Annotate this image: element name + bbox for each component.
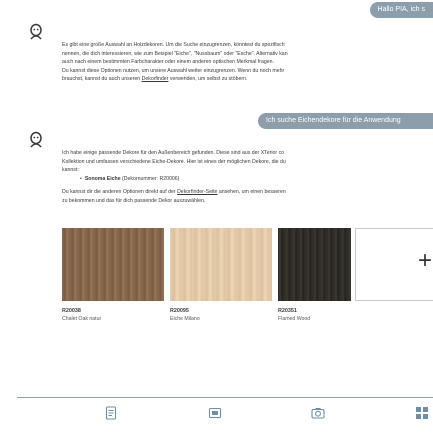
decor-name: Eiche Milano — [170, 316, 200, 322]
dekorfinder-page-link[interactable]: Dekorfinder-Seite — [177, 189, 217, 195]
message-text: ansehen, um einen besseren — [217, 189, 286, 196]
camera-icon[interactable] — [311, 406, 325, 420]
assistant-message: Ich habe einige passende Dekore für den … — [62, 150, 433, 207]
message-line: kannst: — [62, 167, 79, 174]
decor-name: Chalet Oak natur — [62, 316, 102, 322]
user-message-bubble: Hallo PIA, ich s — [369, 2, 433, 18]
bottom-nav — [0, 402, 433, 424]
assistant-message: Es gibt eine große Auswahl an Holzdekore… — [62, 42, 433, 85]
decor-list: Sonoma Eiche (Dekornummer: R20006) — [62, 176, 433, 184]
message-line: auch nach einem bestimmten Farbcharakter… — [62, 59, 274, 66]
decor-tile-icon[interactable] — [208, 406, 222, 420]
message-line: brauchst, kannst du auch unseren Dekorfi… — [62, 76, 433, 84]
more-decors-button[interactable]: + — [355, 228, 433, 301]
message-text: Du kannst dir die anderen Optionen direk… — [62, 189, 178, 196]
decor-code: R20038 — [62, 308, 81, 314]
decor-name: Flamed Wood — [278, 316, 311, 322]
message-line: Ich habe einige passende Dekore für den … — [62, 150, 285, 156]
plus-icon: + — [417, 247, 432, 274]
decor-code: R20351 — [278, 308, 297, 314]
decor-swatch-image[interactable] — [278, 228, 351, 301]
message-line: Du kannst diese Optionen nutzen, um unse… — [62, 67, 285, 74]
message-text: verwenden, um selbst zu stöbern. — [168, 76, 248, 83]
divider — [17, 397, 433, 398]
message-line: Es gibt eine große Auswahl an Holzdekore… — [62, 42, 285, 48]
decor-number: (Dekornummer: R20006) — [120, 175, 180, 182]
message-line: nennen, die dich interessieren, wie zum … — [62, 50, 288, 57]
assistant-avatar-icon — [27, 131, 45, 149]
decor-swatch-gallery: + R20038 Chalet Oak natur R20095 Eiche M… — [62, 228, 433, 326]
document-icon[interactable] — [104, 406, 118, 420]
list-item: Sonoma Eiche (Dekornummer: R20006) — [80, 176, 433, 184]
assistant-avatar-icon — [27, 23, 45, 41]
decor-swatch-image[interactable] — [170, 228, 272, 301]
message-text: brauchst, kannst du auch unseren — [62, 76, 142, 83]
message-line: Kollektion und umfassen verschiedene Eic… — [62, 158, 286, 165]
user-message-bubble: Ich suche Eichendekore für die Anwendung — [258, 113, 433, 129]
decor-code: R20095 — [170, 308, 189, 314]
user-message-text: Ich suche Eichendekore für die Anwendung — [266, 117, 401, 124]
decor-name: Sonoma Eiche — [84, 175, 121, 182]
decor-swatch-image[interactable] — [62, 228, 164, 301]
user-message-text: Hallo PIA, ich s — [377, 6, 425, 13]
message-line: Du kannst dir die anderen Optionen direk… — [62, 189, 433, 197]
message-line: zu bekommen und das für dich passende De… — [62, 197, 206, 204]
grid-icon[interactable] — [415, 406, 429, 420]
dekorfinder-link[interactable]: Dekorfinder — [142, 76, 169, 82]
